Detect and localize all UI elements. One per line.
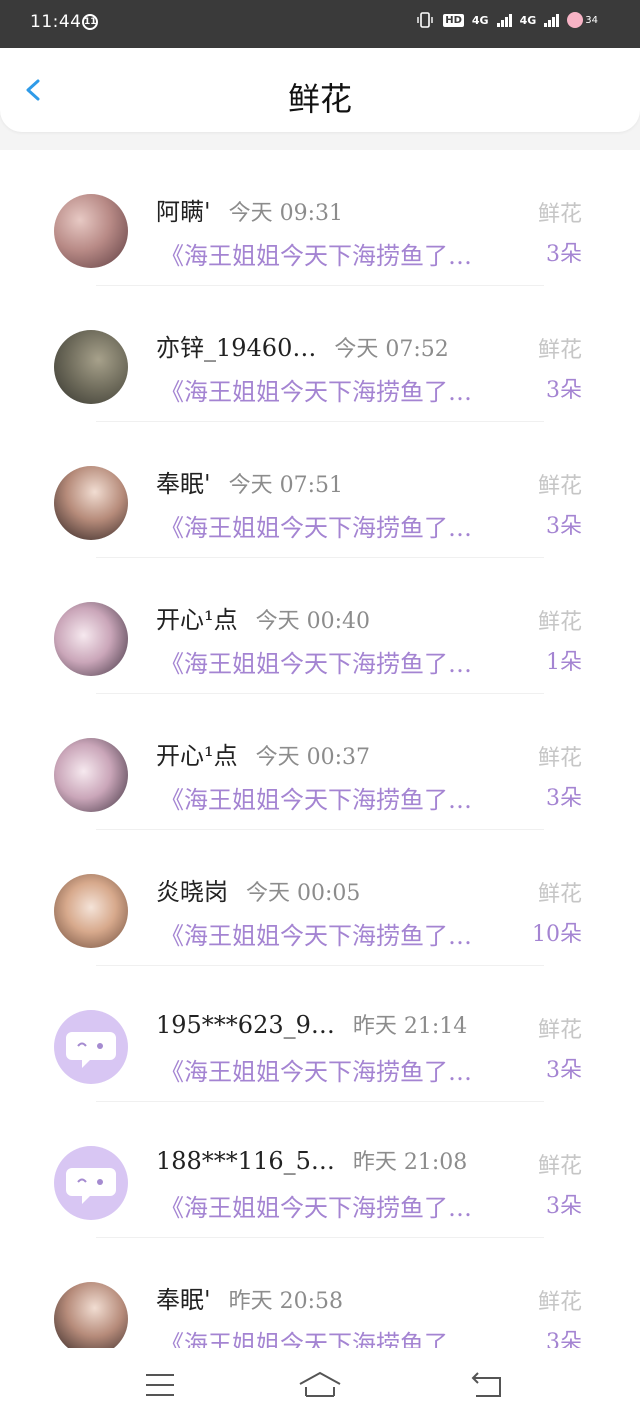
- flower-label: 鲜花: [537, 1018, 582, 1043]
- list-item[interactable]: 阿瞒' 今天 09:31 《海王姐姐今天下海捞鱼了… 鲜花 3朵: [0, 150, 640, 286]
- flower-count: 3朵: [546, 1330, 582, 1348]
- work-title[interactable]: 《海王姐姐今天下海捞鱼了…: [160, 372, 515, 407]
- list-item[interactable]: 188***116_5… 昨天 21:08 《海王姐姐今天下海捞鱼了… 鲜花 3朵: [0, 1102, 640, 1238]
- send-time: 昨天 21:08: [352, 1150, 468, 1175]
- menu-icon[interactable]: [144, 1370, 176, 1400]
- vibrate-icon: [417, 12, 433, 28]
- work-title[interactable]: 《海王姐姐今天下海捞鱼了…: [160, 236, 515, 271]
- flower-label: 鲜花: [537, 338, 582, 363]
- list-item[interactable]: 亦锌_19460… 今天 07:52 《海王姐姐今天下海捞鱼了… 鲜花 3朵: [0, 286, 640, 422]
- sender-name[interactable]: 开心¹点: [156, 606, 238, 634]
- avatar[interactable]: [54, 194, 128, 268]
- net-4g-2: 4G: [519, 13, 537, 27]
- sender-name[interactable]: 195***623_9…: [156, 1011, 335, 1039]
- flower-label: 鲜花: [537, 746, 582, 771]
- page-title: 鲜花: [287, 80, 352, 118]
- work-title[interactable]: 《海王姐姐今天下海捞鱼了…: [160, 1188, 515, 1223]
- sender-name[interactable]: 奉眠': [156, 1286, 211, 1314]
- flower-gift-list: 阿瞒' 今天 09:31 《海王姐姐今天下海捞鱼了… 鲜花 3朵 亦锌_19460…: [0, 150, 640, 1348]
- flower-count: 10朵: [532, 922, 582, 947]
- avatar[interactable]: [54, 466, 128, 540]
- flower-label: 鲜花: [537, 1290, 582, 1315]
- sender-name-line: 188***116_5… 昨天 21:08: [156, 1144, 467, 1176]
- list-item[interactable]: 炎晓岗 今天 00:05 《海王姐姐今天下海捞鱼了… 鲜花 10朵: [0, 830, 640, 966]
- send-time: 今天 07:51: [228, 473, 344, 498]
- list-item[interactable]: 奉眠' 今天 07:51 《海王姐姐今天下海捞鱼了… 鲜花 3朵: [0, 422, 640, 558]
- sender-name[interactable]: 188***116_5…: [156, 1147, 335, 1175]
- flower-count: 3朵: [546, 1194, 582, 1219]
- flower-count: 3朵: [546, 242, 582, 267]
- flower-label: 鲜花: [537, 882, 582, 907]
- hd-badge: HD: [443, 13, 464, 27]
- sender-name-line: 开心¹点 今天 00:37: [156, 736, 370, 771]
- work-title[interactable]: 《海王姐姐今天下海捞鱼了…: [160, 1052, 515, 1087]
- avatar[interactable]: [54, 874, 128, 948]
- send-time: 今天 09:31: [228, 201, 344, 226]
- system-nav-bar: [0, 1348, 640, 1422]
- list-item[interactable]: 开心¹点 今天 00:37 《海王姐姐今天下海捞鱼了… 鲜花 3朵: [0, 694, 640, 830]
- sender-name-line: 奉眠' 昨天 20:58: [156, 1280, 343, 1315]
- avatar[interactable]: [54, 738, 128, 812]
- sender-name[interactable]: 奉眠': [156, 470, 211, 498]
- flower-label: 鲜花: [537, 474, 582, 499]
- status-bar: 11:44 11 HD 4G 4G 34: [0, 0, 640, 48]
- send-time: 今天 07:52: [334, 337, 449, 362]
- back-icon[interactable]: [470, 1370, 504, 1400]
- sender-name-line: 炎晓岗 今天 00:05: [156, 872, 360, 907]
- avatar[interactable]: [54, 602, 128, 676]
- signal-icon-1: [496, 13, 512, 27]
- sender-name[interactable]: 炎晓岗: [156, 878, 228, 906]
- default-chat-avatar-icon[interactable]: [54, 1010, 128, 1084]
- notification-icon: 11: [82, 14, 98, 30]
- net-4g-1: 4G: [471, 13, 489, 27]
- default-chat-avatar-icon[interactable]: [54, 1146, 128, 1220]
- work-title[interactable]: 《海王姐姐今天下海捞鱼了…: [160, 1324, 515, 1348]
- flower-label: 鲜花: [537, 1154, 582, 1179]
- sender-name[interactable]: 开心¹点: [156, 742, 238, 770]
- send-time: 昨天 21:14: [352, 1014, 468, 1039]
- sender-name[interactable]: 阿瞒': [156, 198, 211, 226]
- send-time: 昨天 20:58: [228, 1289, 344, 1314]
- home-icon[interactable]: [298, 1370, 342, 1400]
- flower-count: 3朵: [546, 1058, 582, 1083]
- battery-bunny-icon: [567, 12, 584, 28]
- work-title[interactable]: 《海王姐姐今天下海捞鱼了…: [160, 780, 515, 815]
- flower-count: 3朵: [546, 786, 582, 811]
- status-time: 11:44: [30, 12, 82, 32]
- sender-name[interactable]: 亦锌_19460…: [156, 334, 316, 362]
- flower-count: 3朵: [546, 514, 582, 539]
- send-time: 今天 00:05: [246, 881, 361, 906]
- sender-name-line: 195***623_9… 昨天 21:14: [156, 1008, 467, 1040]
- list-item[interactable]: 195***623_9… 昨天 21:14 《海王姐姐今天下海捞鱼了… 鲜花 3朵: [0, 966, 640, 1102]
- flower-label: 鲜花: [537, 202, 582, 227]
- send-time: 今天 00:37: [255, 745, 371, 770]
- sender-name-line: 亦锌_19460… 今天 07:52: [156, 328, 449, 363]
- signal-icon-2: [544, 13, 560, 27]
- header: 鲜花: [0, 48, 640, 132]
- sender-name-line: 阿瞒' 今天 09:31: [156, 192, 343, 227]
- send-time: 今天 00:40: [255, 609, 371, 634]
- sender-name-line: 开心¹点 今天 00:40: [156, 600, 370, 635]
- flower-count: 3朵: [546, 378, 582, 403]
- work-title[interactable]: 《海王姐姐今天下海捞鱼了…: [160, 916, 515, 951]
- status-icons: HD 4G 4G 34: [415, 12, 598, 28]
- sender-name-line: 奉眠' 今天 07:51: [156, 464, 343, 499]
- work-title[interactable]: 《海王姐姐今天下海捞鱼了…: [160, 508, 515, 543]
- avatar[interactable]: [54, 1282, 128, 1348]
- list-item[interactable]: 开心¹点 今天 00:40 《海王姐姐今天下海捞鱼了… 鲜花 1朵: [0, 558, 640, 694]
- flower-count: 1朵: [546, 650, 582, 675]
- avatar[interactable]: [54, 330, 128, 404]
- list-item[interactable]: 奉眠' 昨天 20:58 《海王姐姐今天下海捞鱼了… 鲜花 3朵: [0, 1238, 640, 1348]
- work-title[interactable]: 《海王姐姐今天下海捞鱼了…: [160, 644, 515, 679]
- battery-level: 34: [585, 14, 598, 26]
- flower-label: 鲜花: [537, 610, 582, 635]
